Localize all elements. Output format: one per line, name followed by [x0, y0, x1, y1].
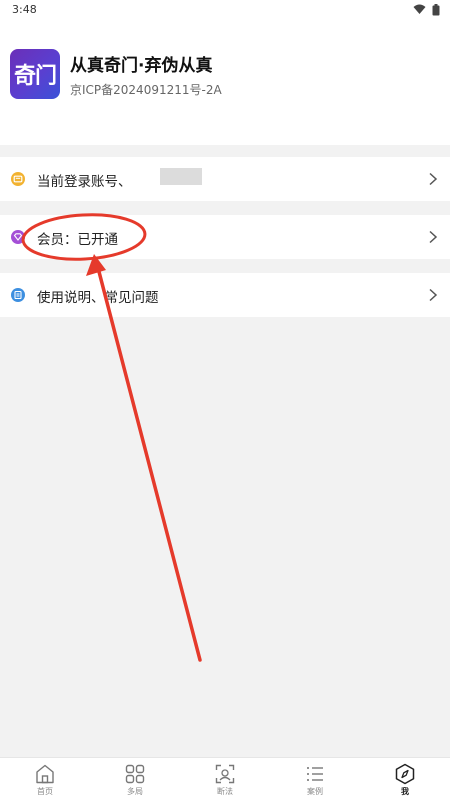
- tab-label: 多局: [127, 787, 143, 796]
- chevron-right-icon: [429, 172, 438, 186]
- menu-item-label: 使用说明、常见问题: [37, 290, 159, 306]
- status-icons: [413, 4, 440, 16]
- chevron-right-icon: [429, 230, 438, 244]
- profile-header: [0, 20, 450, 145]
- menu-item-help[interactable]: 使用说明、常见问题: [0, 273, 450, 317]
- app-icp-number: 京ICP备2024091211号-2A: [70, 83, 222, 97]
- battery-icon: [432, 4, 440, 16]
- app-title: 从真奇门·弃伪从真: [70, 56, 213, 76]
- tab-label: 我: [401, 787, 409, 796]
- manual-doc-icon: [11, 288, 25, 302]
- status-time: 3:48: [12, 3, 37, 16]
- menu-item-account[interactable]: 当前登录账号、: [0, 157, 450, 201]
- grid-icon: [125, 764, 145, 784]
- annotation-arrow-line: [95, 262, 202, 662]
- scan-icon: [215, 764, 235, 784]
- menu-item-label: 会员：已开通: [37, 232, 118, 248]
- tab-label: 首页: [37, 787, 53, 796]
- tab-multi[interactable]: 多局: [90, 758, 180, 800]
- wifi-icon: [413, 4, 426, 14]
- bottom-tab-bar: 首页 多局 断法 案例 我: [0, 757, 450, 800]
- tab-label: 断法: [217, 787, 233, 796]
- tab-label: 案例: [307, 787, 323, 796]
- chevron-right-icon: [429, 288, 438, 302]
- menu-item-label: 当前登录账号、: [37, 174, 132, 190]
- account-card-icon: [11, 172, 25, 186]
- compass-icon: [395, 763, 415, 785]
- app-logo-text: 奇门: [13, 64, 57, 89]
- redacted-account-value: [160, 168, 202, 185]
- home-icon: [36, 764, 54, 784]
- list-icon: [307, 767, 323, 781]
- status-bar: 3:48: [0, 0, 450, 20]
- tab-me[interactable]: 我: [360, 758, 450, 800]
- tab-cases[interactable]: 案例: [270, 758, 360, 800]
- app-logo: 奇门: [10, 49, 60, 99]
- tab-method[interactable]: 断法: [180, 758, 270, 800]
- menu-item-membership[interactable]: 会员：已开通: [0, 215, 450, 259]
- tab-home[interactable]: 首页: [0, 758, 90, 800]
- vip-diamond-icon: [11, 230, 25, 244]
